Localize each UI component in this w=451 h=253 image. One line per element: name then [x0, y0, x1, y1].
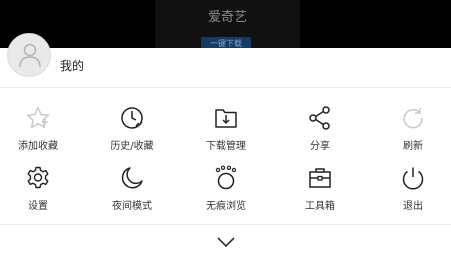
menu-item-label: 退出 — [403, 201, 423, 212]
menu-item-download-manager[interactable]: 下载管理 — [196, 105, 256, 155]
gear-icon — [27, 166, 49, 189]
menu-item-toolbox[interactable]: 工具箱 — [290, 165, 350, 215]
toolbox-icon — [309, 168, 331, 188]
menu-item-exit[interactable]: 退出 — [383, 165, 443, 215]
menu-item-label: 夜间模式 — [112, 201, 152, 212]
menu-item-label: 工具箱 — [305, 201, 335, 212]
incognito-icon — [215, 165, 237, 190]
background-title: 爱奇艺 — [207, 10, 247, 25]
user-icon — [19, 43, 41, 68]
menu-item-label: 分享 — [310, 141, 330, 152]
menu-item-label: 下载管理 — [206, 141, 246, 152]
power-icon — [402, 167, 424, 190]
menu-item-share[interactable]: 分享 — [290, 105, 350, 155]
chevron-down-icon[interactable] — [216, 236, 236, 248]
menu-item-refresh[interactable]: 刷新 — [383, 105, 443, 155]
moon-icon — [121, 167, 143, 189]
divider — [0, 87, 451, 88]
download-folder-icon — [215, 109, 237, 128]
share-icon — [309, 106, 330, 130]
menu-item-label: 刷新 — [403, 141, 423, 152]
profile-label[interactable]: 我的 — [60, 57, 84, 74]
menu-item-settings[interactable]: 设置 — [8, 165, 68, 215]
menu-item-history[interactable]: 历史/收藏 — [102, 105, 162, 155]
menu-item-label: 设置 — [28, 201, 48, 212]
menu-item-label: 历史/收藏 — [110, 141, 154, 152]
menu-item-label: 无痕浏览 — [206, 201, 246, 212]
menu-item-incognito[interactable]: 无痕浏览 — [196, 165, 256, 215]
star-icon — [26, 106, 50, 129]
history-icon — [121, 107, 143, 129]
menu-item-night-mode[interactable]: 夜间模式 — [102, 165, 162, 215]
divider — [0, 224, 451, 225]
menu-item-label: 添加收藏 — [18, 141, 58, 152]
avatar[interactable] — [7, 33, 51, 77]
menu-item-add-favorite[interactable]: 添加收藏 — [8, 105, 68, 155]
refresh-icon — [403, 108, 423, 129]
